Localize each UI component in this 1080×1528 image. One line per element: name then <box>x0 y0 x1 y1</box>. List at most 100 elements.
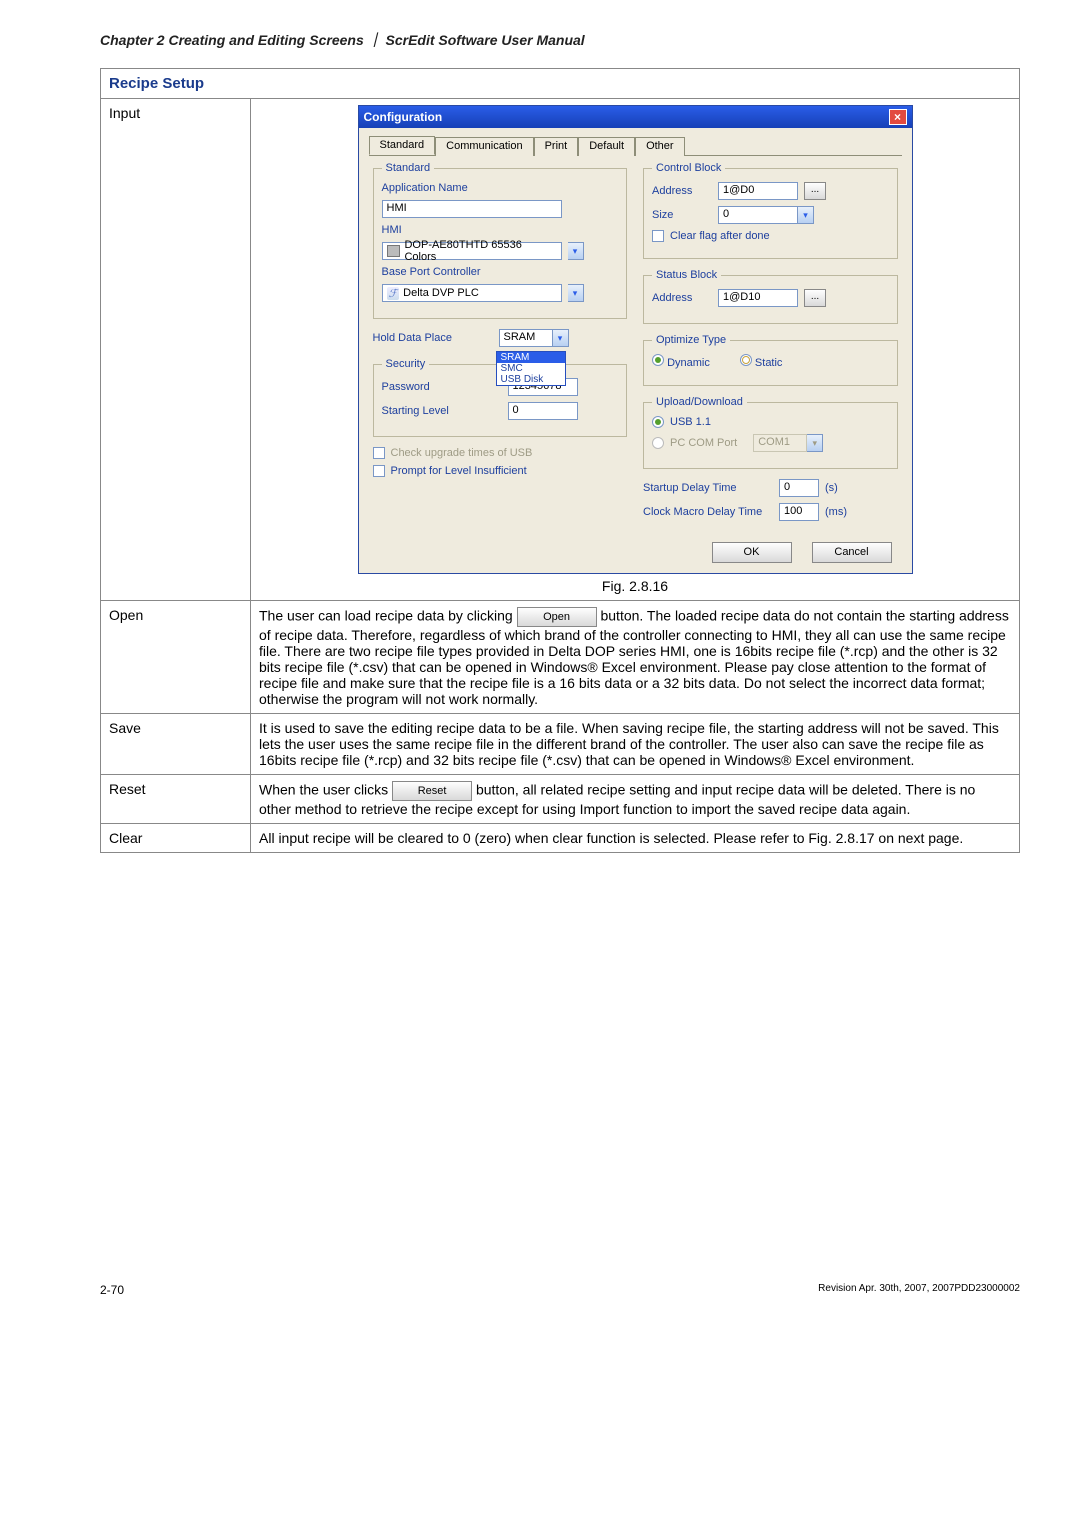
hmi-combo[interactable]: DOP-AE80THTD 65536 Colors <box>382 242 562 260</box>
tab-default[interactable]: Default <box>578 137 635 156</box>
dialog-title: Configuration <box>364 110 443 124</box>
radio-pccom-label: PC COM Port <box>670 437 737 449</box>
cancel-button[interactable]: Cancel <box>812 542 892 563</box>
figure-caption: Fig. 2.8.16 <box>259 578 1011 594</box>
radio-icon <box>652 416 664 428</box>
group-standard: Standard Application Name HMI HMI DOP-AE… <box>373 162 628 319</box>
separator: ｜ <box>368 32 382 48</box>
group-optimize: Optimize Type Dynamic Static <box>643 334 898 386</box>
upload-legend: Upload/Download <box>652 396 747 408</box>
holddata-combo[interactable]: SRAM <box>499 329 553 347</box>
manual-title: ScrEdit Software User Manual <box>386 32 585 48</box>
row-content-save: It is used to save the editing recipe da… <box>251 714 1020 775</box>
chevron-down-icon: ▾ <box>807 434 823 452</box>
clock-macro-input[interactable]: 100 <box>779 503 819 521</box>
revision-text: Revision Apr. 30th, 2007, 2007PDD2300000… <box>818 1283 1020 1297</box>
row-content-input: Configuration × Standard Communication P… <box>251 99 1020 601</box>
baseport-combo[interactable]: ℱDelta DVP PLC <box>382 284 562 302</box>
checkbox-icon[interactable] <box>652 230 664 242</box>
cb-address-label: Address <box>652 185 712 197</box>
checkbox-icon[interactable] <box>373 465 385 477</box>
tab-standard[interactable]: Standard <box>369 136 436 155</box>
radio-usb-row[interactable]: USB 1.1 <box>652 416 889 428</box>
close-icon[interactable]: × <box>889 109 907 125</box>
radio-pccom-row[interactable]: PC COM Port COM1 ▾ <box>652 434 889 452</box>
com-combo: COM1 <box>753 434 807 452</box>
startup-delay-input[interactable]: 0 <box>779 479 819 497</box>
holddata-option[interactable]: SMC <box>497 363 565 374</box>
radio-usb-label: USB 1.1 <box>670 416 711 428</box>
tab-communication[interactable]: Communication <box>435 137 533 156</box>
monitor-icon <box>387 245 401 257</box>
radio-icon <box>652 354 664 366</box>
cb-size-label: Size <box>652 209 712 221</box>
radio-icon <box>740 354 752 366</box>
baseport-combo-value: Delta DVP PLC <box>403 287 479 299</box>
dialog-titlebar[interactable]: Configuration × <box>359 106 912 128</box>
group-status-block: Status Block Address 1@D10 ... <box>643 269 898 324</box>
radio-static[interactable]: Static <box>740 354 783 369</box>
hmi-label: HMI <box>382 224 502 236</box>
prompt-level-label: Prompt for Level Insufficient <box>391 465 527 477</box>
reset-text-a: When the user clicks <box>259 782 392 798</box>
holddata-dropdown-list[interactable]: SRAM SMC USB Disk <box>496 351 566 386</box>
sb-address-input[interactable]: 1@D10 <box>718 289 798 307</box>
clock-macro-unit: (ms) <box>825 506 847 518</box>
cb-size-combo[interactable]: 0 <box>718 206 798 224</box>
group-security-legend: Security <box>382 358 430 370</box>
holddata-label: Hold Data Place <box>373 332 493 344</box>
app-name-input[interactable]: HMI <box>382 200 562 218</box>
tab-print[interactable]: Print <box>534 137 579 156</box>
chapter-header: Chapter 2 Creating and Editing Screens ｜… <box>100 30 1020 50</box>
open-text-a: The user can load recipe data by clickin… <box>259 608 517 624</box>
control-block-legend: Control Block <box>652 162 725 174</box>
holddata-option[interactable]: SRAM <box>497 352 565 363</box>
tab-other[interactable]: Other <box>635 137 685 156</box>
clock-macro-label: Clock Macro Delay Time <box>643 506 773 518</box>
sb-address-label: Address <box>652 292 712 304</box>
group-upload-download: Upload/Download USB 1.1 PC COM Port COM1… <box>643 396 898 469</box>
hmi-combo-value: DOP-AE80THTD 65536 Colors <box>404 239 556 263</box>
check-upgrade-label: Check upgrade times of USB <box>391 447 533 459</box>
section-title: Recipe Setup <box>101 69 1020 99</box>
group-control-block: Control Block Address 1@D0 ... Size 0▾ <box>643 162 898 259</box>
startup-delay-unit: (s) <box>825 482 838 494</box>
clear-flag-row[interactable]: Clear flag after done <box>652 230 889 242</box>
app-name-label: Application Name <box>382 182 502 194</box>
chevron-down-icon[interactable]: ▾ <box>798 206 814 224</box>
row-label-reset: Reset <box>101 775 251 824</box>
tabstrip: Standard Communication Print Default Oth… <box>369 136 902 156</box>
check-upgrade-row: Check upgrade times of USB <box>373 447 628 459</box>
startlevel-input[interactable]: 0 <box>508 402 578 420</box>
clear-flag-label: Clear flag after done <box>670 230 770 242</box>
password-label: Password <box>382 381 502 393</box>
radio-dynamic[interactable]: Dynamic <box>652 354 710 369</box>
chevron-down-icon[interactable]: ▾ <box>568 242 584 260</box>
chevron-down-icon[interactable]: ▾ <box>553 329 569 347</box>
status-block-legend: Status Block <box>652 269 721 281</box>
browse-button[interactable]: ... <box>804 182 826 200</box>
row-label-save: Save <box>101 714 251 775</box>
ok-button[interactable]: OK <box>712 542 792 563</box>
recipe-setup-table: Recipe Setup Input Configuration × Stand… <box>100 68 1020 853</box>
chevron-down-icon[interactable]: ▾ <box>568 284 584 302</box>
row-label-clear: Clear <box>101 824 251 853</box>
prompt-level-row[interactable]: Prompt for Level Insufficient <box>373 465 628 477</box>
group-standard-legend: Standard <box>382 162 435 174</box>
cb-address-input[interactable]: 1@D0 <box>718 182 798 200</box>
row-content-clear: All input recipe will be cleared to 0 (z… <box>251 824 1020 853</box>
startup-delay-label: Startup Delay Time <box>643 482 773 494</box>
checkbox-icon <box>373 447 385 459</box>
reset-inline-button[interactable]: Reset <box>392 781 472 801</box>
holddata-option[interactable]: USB Disk <box>497 374 565 385</box>
row-label-open: Open <box>101 601 251 714</box>
row-label-input: Input <box>101 99 251 601</box>
row-content-open: The user can load recipe data by clickin… <box>251 601 1020 714</box>
configuration-dialog: Configuration × Standard Communication P… <box>358 105 913 574</box>
startlevel-label: Starting Level <box>382 405 502 417</box>
row-content-reset: When the user clicks Reset button, all r… <box>251 775 1020 824</box>
page-footer: 2-70 Revision Apr. 30th, 2007, 2007PDD23… <box>100 1283 1020 1297</box>
chapter-title: Chapter 2 Creating and Editing Screens <box>100 32 364 48</box>
open-inline-button[interactable]: Open <box>517 607 597 627</box>
browse-button[interactable]: ... <box>804 289 826 307</box>
